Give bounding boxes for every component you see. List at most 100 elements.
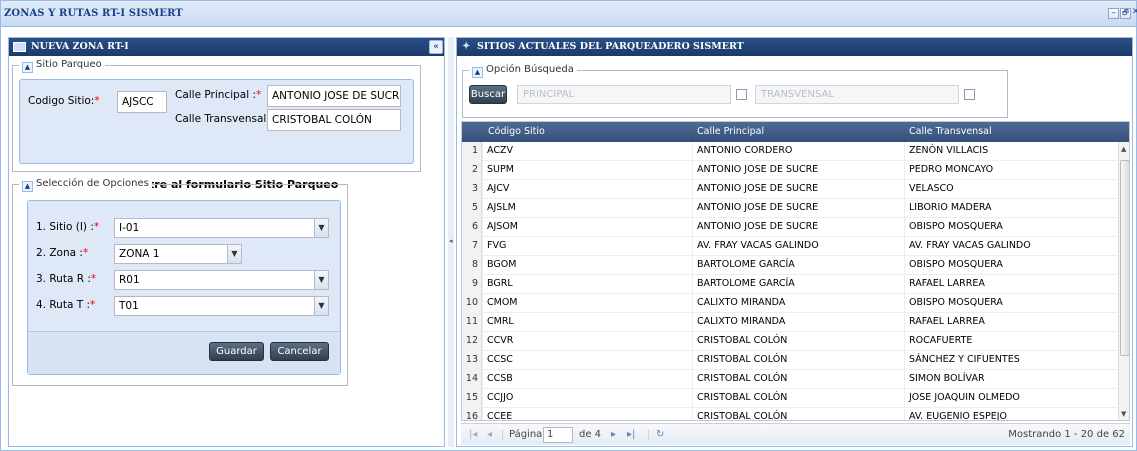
zona-combo[interactable]: ZONA 1 ▼ [114,244,242,264]
next-page-icon[interactable]: ▸ [611,429,616,440]
window-title: ZONAS Y RUTAS RT-I SISMERT [4,8,183,19]
table-row[interactable]: 16 CCEE CRISTOBAL COLÓN AV. EUGENIO ESPEJO [462,408,1117,420]
chevron-down-icon[interactable]: ▼ [314,219,328,237]
table-row[interactable]: 8 BGOM BARTOLOME GARCÍA OBISPO MOSQUERA [462,256,1117,275]
cell-calle-transversal: SÁNCHEZ Y CIFUENTES [904,351,1116,370]
row-number: 12 [462,332,482,351]
cell-codigo-sitio: BGOM [482,256,692,275]
chevron-down-icon[interactable]: ▼ [314,271,328,289]
cell-calle-transversal: RAFAEL LARREA [904,275,1116,294]
table-row[interactable]: 9 BGRL BARTOLOME GARCÍA RAFAEL LARREA [462,275,1117,294]
form-icon [13,42,26,52]
close-icon[interactable]: ✕ [1132,8,1137,19]
transversal-checkbox[interactable] [964,89,975,100]
page-number-input[interactable]: 1 [543,427,573,443]
guardar-button[interactable]: Guardar [209,342,264,361]
cell-codigo-sitio: CCSB [482,370,692,389]
column-calle-transversal[interactable]: Calle Transvensal [909,126,992,137]
cell-calle-principal: ANTONIO JOSE DE SUCRE [692,199,904,218]
last-page-icon[interactable]: ▸| [627,429,635,440]
cell-codigo-sitio: AJSOM [482,218,692,237]
zona-combo-value: ZONA 1 [119,248,160,260]
codigo-sitio-field[interactable]: AJSCC [117,91,167,113]
calle-principal-label: Calle Principal :* [175,89,262,101]
principal-checkbox[interactable] [736,89,747,100]
cell-calle-principal: BARTOLOME GARCÍA [692,256,904,275]
cell-codigo-sitio: CMOM [482,294,692,313]
splitter-grip-icon: ◂ [449,237,453,245]
scroll-down-icon[interactable]: ▼ [1121,410,1126,418]
calle-transversal-field[interactable]: CRISTOBAL COLÓN [267,109,401,131]
cell-codigo-sitio: BGRL [482,275,692,294]
table-row[interactable]: 5 AJSLM ANTONIO JOSE DE SUCRE LIBORIO MADER… [462,199,1117,218]
column-calle-principal[interactable]: Calle Principal [697,126,764,137]
calle-principal-field[interactable]: ANTONIO JOSE DE SUCRE [267,85,401,107]
table-row[interactable]: 15 CCJJO CRISTOBAL COLÓN JOSE JOAQUIN OLMED… [462,389,1117,408]
nueva-zona-header: NUEVA ZONA RT-I « [9,38,444,56]
table-row[interactable]: 12 CCVR CRISTOBAL COLÓN ROCAFUERTE [462,332,1117,351]
table-row[interactable]: 10 CMOM CALIXTO MIRANDA OBISPO MOSQUERA [462,294,1117,313]
cell-calle-principal: CRISTOBAL COLÓN [692,370,904,389]
restore-icon[interactable]: 🗗 [1120,8,1131,19]
cell-calle-principal: CALIXTO MIRANDA [692,294,904,313]
chevron-down-icon[interactable]: ▼ [227,245,241,263]
seleccion-legend[interactable]: ▲ Selección de Opciones [19,177,152,192]
display-info: Mostrando 1 - 20 de 62 [1008,429,1125,440]
cell-codigo-sitio: AJSLM [482,199,692,218]
cell-codigo-sitio: FVG [482,237,692,256]
table-row[interactable]: 13 CCSC CRISTOBAL COLÓN SÁNCHEZ Y CIFUENTES [462,351,1117,370]
cell-codigo-sitio: CCJJO [482,389,692,408]
first-page-icon[interactable]: |◂ [469,429,477,440]
table-row[interactable]: 3 AJCV ANTONIO JOSE DE SUCRE VELASCO [462,180,1117,199]
cell-calle-transversal: OBISPO MOSQUERA [904,256,1116,275]
cell-codigo-sitio: ACZV [482,142,692,161]
transversal-search-input[interactable]: TRANSVENSAL [755,85,959,104]
table-row[interactable]: 2 SUPM ANTONIO JOSE DE SUCRE PEDRO MONCAYO [462,161,1117,180]
scroll-thumb[interactable] [1120,160,1129,356]
ruta-t-label: 4. Ruta T :* [36,299,96,311]
collapse-left-icon[interactable]: « [429,40,443,54]
cell-calle-transversal: VELASCO [904,180,1116,199]
refresh-icon[interactable]: ↻ [656,429,664,440]
scroll-up-icon[interactable]: ▲ [1121,145,1126,153]
ruta-r-combo[interactable]: R01 ▼ [114,270,329,290]
ruta-t-combo[interactable]: T01 ▼ [114,296,329,316]
row-number: 16 [462,408,482,420]
sitio-combo[interactable]: I-01 ▼ [114,218,329,238]
principal-search-input[interactable]: PRINCIPAL [517,85,731,104]
cell-calle-transversal: ZENÓN VILLACIS [904,142,1116,161]
prev-page-icon[interactable]: ◂ [487,429,492,440]
cancelar-button[interactable]: Cancelar [270,342,329,361]
table-row[interactable]: 1 ACZV ANTONIO CORDERO ZENÓN VILLACIS [462,142,1117,161]
collapse-toggle-icon[interactable]: ▲ [22,181,33,192]
chevron-down-icon[interactable]: ▼ [314,297,328,315]
collapse-toggle-icon[interactable]: ▲ [22,62,33,73]
grid-scrollbar[interactable]: ▲ ▼ [1118,142,1129,420]
column-codigo-sitio[interactable]: Código Sitio [488,126,545,137]
opcion-busqueda-legend[interactable]: ▲ Opción Búsqueda [469,63,577,78]
table-row[interactable]: 14 CCSB CRISTOBAL COLÓN SIMON BOLÍVAR [462,370,1117,389]
row-number: 3 [462,180,482,199]
buscar-button[interactable]: Buscar [469,85,507,104]
panel-splitter[interactable]: ◂ [448,37,454,447]
grid-header: Código Sitio Calle Principal Calle Trans… [462,122,1129,142]
cell-calle-principal: CRISTOBAL COLÓN [692,332,904,351]
row-number: 1 [462,142,482,161]
row-number: 14 [462,370,482,389]
cell-calle-principal: AV. FRAY VACAS GALINDO [692,237,904,256]
sitio-parqueo-form: Codigo Sitio:* AJSCC Calle Principal :* … [19,79,414,164]
sitios-actuales-header: ✦ SITIOS ACTUALES DEL PARQUEADERO SISMER… [457,38,1132,56]
minimize-icon[interactable]: – [1108,8,1119,19]
cell-calle-transversal: RAFAEL LARREA [904,313,1116,332]
table-row[interactable]: 6 AJSOM ANTONIO JOSE DE SUCRE OBISPO MOSQUE… [462,218,1117,237]
ruta-r-combo-value: R01 [119,274,140,286]
collapse-toggle-icon[interactable]: ▲ [472,67,483,78]
cell-codigo-sitio: CCSC [482,351,692,370]
cell-calle-transversal: SIMON BOLÍVAR [904,370,1116,389]
cell-calle-principal: ANTONIO JOSE DE SUCRE [692,218,904,237]
sitio-parqueo-legend[interactable]: ▲ Sitio Parqueo [19,58,105,73]
nueva-zona-title: NUEVA ZONA RT-I [31,41,129,52]
table-row[interactable]: 7 FVG AV. FRAY VACAS GALINDO AV. FRAY VACAS… [462,237,1117,256]
table-row[interactable]: 11 CMRL CALIXTO MIRANDA RAFAEL LARREA [462,313,1117,332]
cell-calle-principal: CRISTOBAL COLÓN [692,389,904,408]
